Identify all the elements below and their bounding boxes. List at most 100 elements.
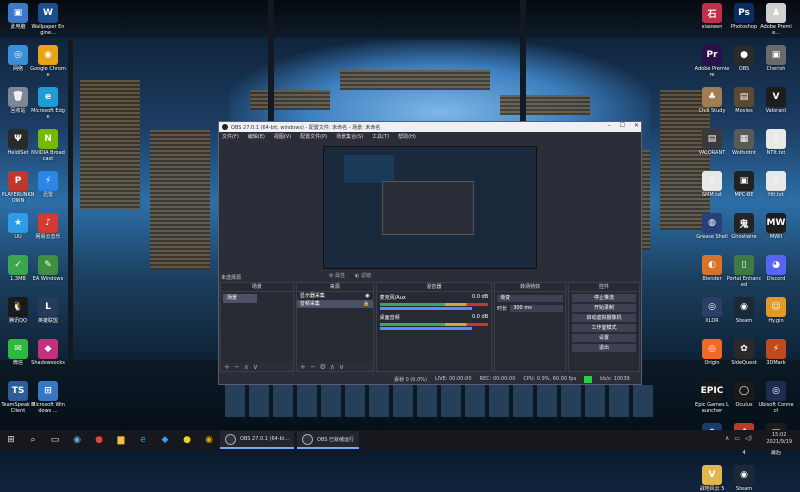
gear-icon[interactable]: ⚙ [320,363,326,371]
desktop-shortcut[interactable]: V Valorant [758,87,794,114]
obs-title-bar[interactable]: OBS 27.0.1 (64-bit, windows) - 配置文件: 未命名… [219,122,641,132]
steam-taskbar-icon[interactable]: ◉ [70,433,84,447]
desktop-shortcut[interactable]: L 英雄联盟 [30,297,66,324]
desktop-shortcut[interactable]: ⊞ Microsoft Windows ... [30,381,66,414]
volume-icon[interactable]: ◁) [745,435,752,442]
volume-slider[interactable] [379,327,472,330]
network-tray-icon[interactable]: ▭ [734,435,740,442]
desktop-shortcut[interactable]: MW MWII [758,213,794,240]
edge-taskbar-icon[interactable]: e [136,433,150,447]
start-windows-icon[interactable]: ⊞ [4,433,18,447]
close-icon[interactable]: ✕ [634,122,639,129]
desktop-shortcut[interactable]: ◎ XLDR [694,297,730,324]
yellow-app-taskbar-icon[interactable]: ● [180,433,194,447]
desktop-shortcut[interactable]: ◍ Grease Shell [694,213,730,240]
desktop-shortcut[interactable]: ▯ Portal Enhanced [726,255,762,288]
desktop-shortcut[interactable]: ✿ SideQuest [726,339,762,366]
filters-button[interactable]: ◐ 滤镜 [355,272,371,279]
desktop-shortcut[interactable]: ▯ NTIt.txt [758,129,794,156]
desktop-shortcut[interactable]: ◆ Shadowsocks [30,339,66,366]
desktop-shortcut[interactable]: ☺ Hy.gin [758,297,794,324]
desktop-shortcut[interactable]: ▣ Cherish [758,45,794,72]
menu-profile[interactable]: 配置文件(P) [300,133,327,140]
desktop-shortcut[interactable]: ⚡ 3DMark [758,339,794,366]
desktop-shortcut[interactable]: ◎ Ubisoft Connect [758,381,794,414]
task-view-icon[interactable]: ▭ [48,433,62,447]
minimize-icon[interactable]: – [608,122,611,129]
desktop-shortcut[interactable]: ◉ Steam [726,297,762,324]
desktop-shortcut[interactable]: ◐ Blender [694,255,730,282]
mixer-row[interactable]: 麦克风/Aux 0.0 dB [377,292,492,312]
move-down-icon[interactable]: ∨ [339,363,344,371]
source-item[interactable]: 音频采集 🔒 [296,300,373,308]
desktop-shortcut[interactable]: Pr Adobe Premiere [694,45,730,78]
add-scene-icon[interactable]: + [224,363,230,371]
search-icon[interactable]: ⌕ [26,433,40,447]
desktop-shortcut[interactable]: ▣ MPC-BE [726,171,762,198]
move-up-icon[interactable]: ∧ [244,363,249,371]
duration-value[interactable]: 300 ms [510,305,564,312]
desktop-shortcut[interactable]: EPIC Epic Games Launcher [694,381,730,414]
netease-taskbar-icon[interactable]: ● [92,433,106,447]
desktop-shortcut[interactable]: N NVIDIA Broadcast [30,129,66,162]
desktop-shortcut[interactable]: ◯ Oculus [726,381,762,408]
desktop-shortcut[interactable]: Ps Photoshop [726,3,762,30]
desktop-shortcut[interactable]: ♣ Chill Study [694,87,730,114]
desktop-shortcut[interactable]: ◕ Discord [758,255,794,282]
move-down-icon[interactable]: ∨ [253,363,258,371]
mixer-row[interactable]: 桌面音频 0.0 dB [377,312,492,332]
transition-duration[interactable]: 时长 300 ms [497,305,564,312]
remove-scene-icon[interactable]: − [234,363,240,371]
source-item[interactable]: 显示器采集 ◉ [297,292,373,300]
tray-chevron-up-icon[interactable]: ∧ [725,435,729,442]
desktop-shortcut[interactable]: ▤ Movies [726,87,762,114]
desktop-shortcut[interactable]: e Microsoft Edge [30,87,66,120]
desktop-shortcut[interactable]: ◎ Origin [694,339,730,366]
desktop-shortcut[interactable]: ● OBS [726,45,762,72]
taskbar-obs-app-2[interactable]: OBS 已就绪运行 [296,431,360,449]
move-up-icon[interactable]: ∧ [330,363,335,371]
virtual-camera-button[interactable]: 启动虚拟摄像机 [572,314,636,322]
folder-taskbar-icon[interactable]: ▆ [114,433,128,447]
start-recording-button[interactable]: 开始录制 [572,304,636,312]
desktop-shortcut[interactable]: ♪ 网易云音乐 [30,213,66,240]
menu-file[interactable]: 文件(F) [222,133,239,140]
eye-icon[interactable]: ◉ [365,292,369,300]
desktop-shortcut[interactable]: ▤ VALORANT [694,129,730,156]
desktop-shortcut[interactable]: V 战地风云 5 [694,465,730,492]
stop-streaming-button[interactable]: 停止推流 [572,294,636,302]
exit-button[interactable]: 退出 [572,344,636,352]
menu-edit[interactable]: 编辑(E) [248,133,265,140]
desktop-shortcut[interactable]: 鬼 Ghostwire [726,213,762,240]
desktop-shortcut[interactable]: ▯ SMM.txt [694,171,730,198]
desktop-shortcut[interactable]: ▯ Hit.txt [758,171,794,198]
properties-button[interactable]: ⚙ 属性 [329,272,345,279]
menu-view[interactable]: 视图(V) [274,133,291,140]
transition-type-select[interactable]: 渐变 [497,295,564,302]
menu-scene-collection[interactable]: 场景集合(S) [336,133,363,140]
desktop-shortcut[interactable]: ⚡ 迅雷 [30,171,66,198]
desktop-shortcut[interactable]: ◉ Steam [726,465,762,492]
obs-preview[interactable] [323,146,537,269]
obs-window[interactable]: OBS 27.0.1 (64-bit, windows) - 配置文件: 未命名… [218,121,642,385]
desktop-shortcut[interactable]: 石 xiaowen [694,3,730,30]
studio-mode-button[interactable]: 工作室模式 [572,324,636,332]
maximize-icon[interactable]: ☐ [620,122,625,129]
qq-taskbar-icon[interactable]: ◆ [158,433,172,447]
taskbar-clock[interactable]: 15:02 2021/9/19 [766,432,792,446]
remove-source-icon[interactable]: − [310,363,316,371]
taskbar-obs-app[interactable]: OBS 27.0.1 (64-bi... [220,431,294,449]
settings-button[interactable]: 设置 [572,334,636,342]
lock-icon[interactable]: 🔒 [363,300,369,308]
desktop-shortcut[interactable]: ▦ Wolfsrdnt [726,129,762,156]
scene-item[interactable]: 场景 [223,294,257,303]
menu-tools[interactable]: 工具(T) [372,133,389,140]
volume-slider[interactable] [379,307,472,310]
desktop-shortcut[interactable]: ✎ EA Windows [30,255,66,282]
desktop-shortcut[interactable]: ♟ Adobe Premie... [758,3,794,36]
desktop-shortcut[interactable]: ◉ Google Chrome [30,45,66,78]
chrome-taskbar-icon[interactable]: ◉ [202,433,216,447]
add-source-icon[interactable]: + [300,363,306,371]
desktop-shortcut[interactable]: W Wallpaper Engine... [30,3,66,36]
menu-help[interactable]: 帮助(H) [398,133,416,140]
